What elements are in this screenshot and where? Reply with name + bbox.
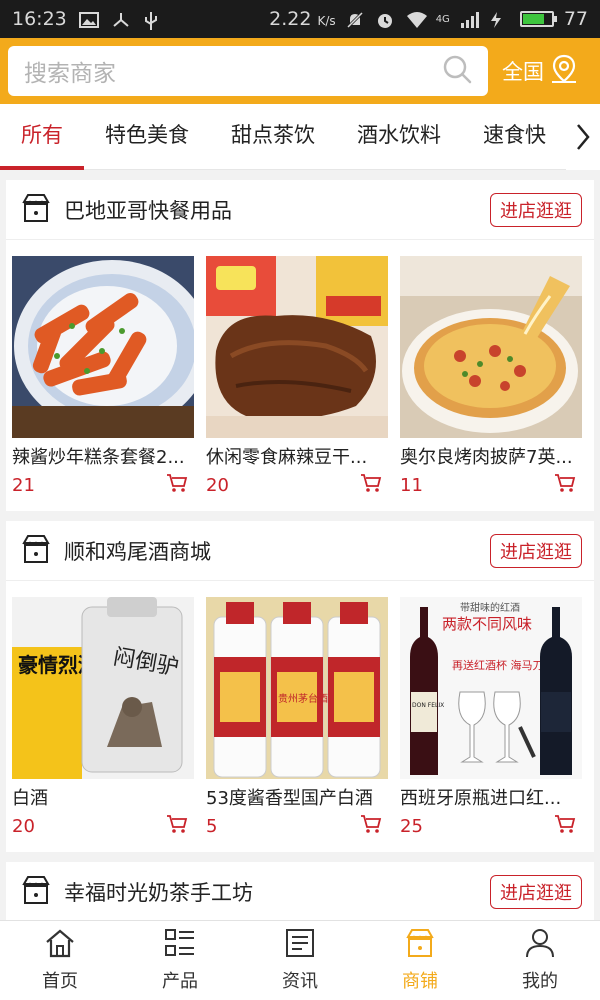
- image-text-label: DON FELIX: [412, 702, 444, 709]
- share-notification-icon: [111, 11, 131, 27]
- search-box[interactable]: 搜索商家: [8, 46, 488, 96]
- region-selector[interactable]: 全国: [502, 54, 578, 89]
- product-card[interactable]: 豪情烈酒 闷倒驴 白酒 20: [12, 597, 194, 838]
- product-name[interactable]: 西班牙原瓶进口红...: [400, 784, 582, 810]
- moutai-bottles-image[interactable]: 贵州茅台酒: [206, 597, 388, 779]
- category-tabs: 所有 特色美食 甜点茶饮 酒水饮料 速食快: [0, 104, 600, 170]
- nav-profile[interactable]: 我的: [480, 921, 600, 1000]
- store-header[interactable]: 巴地亚哥快餐用品 进店逛逛: [6, 180, 594, 240]
- spicy-rice-cake-image[interactable]: [12, 256, 194, 438]
- product-price: 20: [12, 815, 35, 837]
- home-icon: [44, 928, 76, 963]
- shop-icon: [20, 874, 52, 910]
- tab-desserts-drinks[interactable]: 甜点茶饮: [210, 104, 336, 170]
- visit-store-button[interactable]: 进店逛逛: [490, 874, 582, 909]
- add-to-cart-icon[interactable]: [360, 473, 382, 497]
- grid-list-icon: [164, 928, 196, 963]
- search-input[interactable]: 搜索商家: [24, 54, 442, 88]
- visit-store-button[interactable]: 进店逛逛: [490, 192, 582, 227]
- product-price: 25: [400, 815, 423, 837]
- location-pin-icon: [550, 54, 578, 89]
- product-price: 21: [12, 474, 35, 496]
- product-card[interactable]: 贵州茅台酒 53度酱香型国产白酒 5: [206, 597, 388, 838]
- alarm-icon: [376, 11, 396, 28]
- nav-shops[interactable]: 商铺: [360, 921, 480, 1000]
- battery-percent: 77: [563, 8, 588, 30]
- network-speed: 2.22: [269, 8, 312, 30]
- shop-icon: [20, 533, 52, 569]
- spicy-tofu-snack-image[interactable]: [206, 256, 388, 438]
- status-time: 16:23: [12, 8, 67, 30]
- charging-icon: [490, 11, 510, 28]
- store-name: 顺和鸡尾酒商城: [64, 539, 211, 564]
- store-header[interactable]: 幸福时光奶茶手工坊 进店逛逛: [6, 862, 594, 920]
- network-type: 4G: [435, 13, 450, 25]
- battery-icon: [519, 11, 557, 27]
- user-icon: [524, 928, 556, 963]
- store-card: 巴地亚哥快餐用品 进店逛逛 辣酱炒年糕条套餐2... 21 休闲零食麻辣豆干..…: [6, 180, 594, 511]
- nav-products[interactable]: 产品: [120, 921, 240, 1000]
- nav-label: 商铺: [402, 971, 438, 992]
- product-name[interactable]: 白酒: [12, 784, 194, 810]
- pizza-image[interactable]: [400, 256, 582, 438]
- add-to-cart-icon[interactable]: [554, 473, 576, 497]
- red-wine-image[interactable]: 带甜味的红酒 两款不同风味 再送红酒杯 海马刀 DON FELIX: [400, 597, 582, 779]
- news-icon: [284, 928, 316, 963]
- image-text-top: 带甜味的红酒: [460, 601, 520, 614]
- network-speed-unit: K/s: [317, 14, 336, 28]
- product-name[interactable]: 休闲零食麻辣豆干...: [206, 443, 388, 469]
- product-name[interactable]: 奥尔良烤肉披萨7英...: [400, 443, 582, 469]
- store-header[interactable]: 顺和鸡尾酒商城 进店逛逛: [6, 521, 594, 581]
- product-card[interactable]: 带甜味的红酒 两款不同风味 再送红酒杯 海马刀 DON FELIX 西班牙原瓶进…: [400, 597, 582, 838]
- nav-label: 资讯: [282, 971, 318, 992]
- wifi-icon: [406, 11, 427, 28]
- nav-label: 我的: [522, 971, 558, 992]
- store-card: 顺和鸡尾酒商城 进店逛逛 豪情烈酒 闷倒驴 白酒 20 贵州茅台酒 53度酱香型…: [6, 521, 594, 852]
- store-name: 巴地亚哥快餐用品: [64, 198, 232, 223]
- mute-icon: [346, 11, 366, 29]
- add-to-cart-icon[interactable]: [166, 814, 188, 838]
- product-price: 11: [400, 474, 423, 496]
- product-card[interactable]: 休闲零食麻辣豆干... 20: [206, 256, 388, 497]
- product-price: 20: [206, 474, 229, 496]
- nav-news[interactable]: 资讯: [240, 921, 360, 1000]
- app-header: 搜索商家 全国: [0, 38, 600, 104]
- nav-label: 产品: [162, 971, 198, 992]
- image-text-headline: 两款不同风味: [442, 615, 532, 633]
- store-list: 巴地亚哥快餐用品 进店逛逛 辣酱炒年糕条套餐2... 21 休闲零食麻辣豆干..…: [0, 170, 600, 920]
- image-notification-icon: [78, 11, 99, 28]
- store-name: 幸福时光奶茶手工坊: [64, 880, 253, 905]
- region-label: 全国: [502, 60, 544, 84]
- tab-liquor-beverages[interactable]: 酒水饮料: [336, 104, 462, 170]
- search-icon[interactable]: [442, 54, 472, 88]
- nav-home[interactable]: 首页: [0, 921, 120, 1000]
- chevron-right-icon[interactable]: [566, 104, 600, 170]
- visit-store-button[interactable]: 进店逛逛: [490, 533, 582, 568]
- shop-icon: [404, 928, 436, 963]
- tab-fast-food[interactable]: 速食快: [462, 104, 567, 170]
- baijiu-bottle-image[interactable]: 豪情烈酒 闷倒驴: [12, 597, 194, 779]
- signal-icon: [460, 11, 480, 28]
- image-text-promo: 再送红酒杯 海马刀: [452, 658, 544, 672]
- status-bar: 16:23 2.22 K/s 4G 77: [0, 0, 600, 38]
- add-to-cart-icon[interactable]: [166, 473, 188, 497]
- tab-all[interactable]: 所有: [0, 104, 84, 170]
- nav-label: 首页: [42, 971, 78, 992]
- usb-icon: [143, 11, 163, 30]
- product-name[interactable]: 辣酱炒年糕条套餐2...: [12, 443, 194, 469]
- add-to-cart-icon[interactable]: [360, 814, 382, 838]
- add-to-cart-icon[interactable]: [554, 814, 576, 838]
- product-price: 5: [206, 815, 218, 837]
- product-card[interactable]: 辣酱炒年糕条套餐2... 21: [12, 256, 194, 497]
- product-card[interactable]: 奥尔良烤肉披萨7英... 11: [400, 256, 582, 497]
- shop-icon: [20, 192, 52, 228]
- product-name[interactable]: 53度酱香型国产白酒: [206, 784, 388, 810]
- product-row: 辣酱炒年糕条套餐2... 21 休闲零食麻辣豆干... 20 奥尔良烤肉披萨7英…: [6, 240, 594, 511]
- store-card: 幸福时光奶茶手工坊 进店逛逛: [6, 862, 594, 920]
- tab-specialty-food[interactable]: 特色美食: [84, 104, 210, 170]
- image-brand-text: 贵州茅台酒: [278, 692, 328, 705]
- bottom-navigation: 首页 产品 资讯 商铺 我的: [0, 920, 600, 1000]
- product-row: 豪情烈酒 闷倒驴 白酒 20 贵州茅台酒 53度酱香型国产白酒 5 带甜味的红酒…: [6, 581, 594, 852]
